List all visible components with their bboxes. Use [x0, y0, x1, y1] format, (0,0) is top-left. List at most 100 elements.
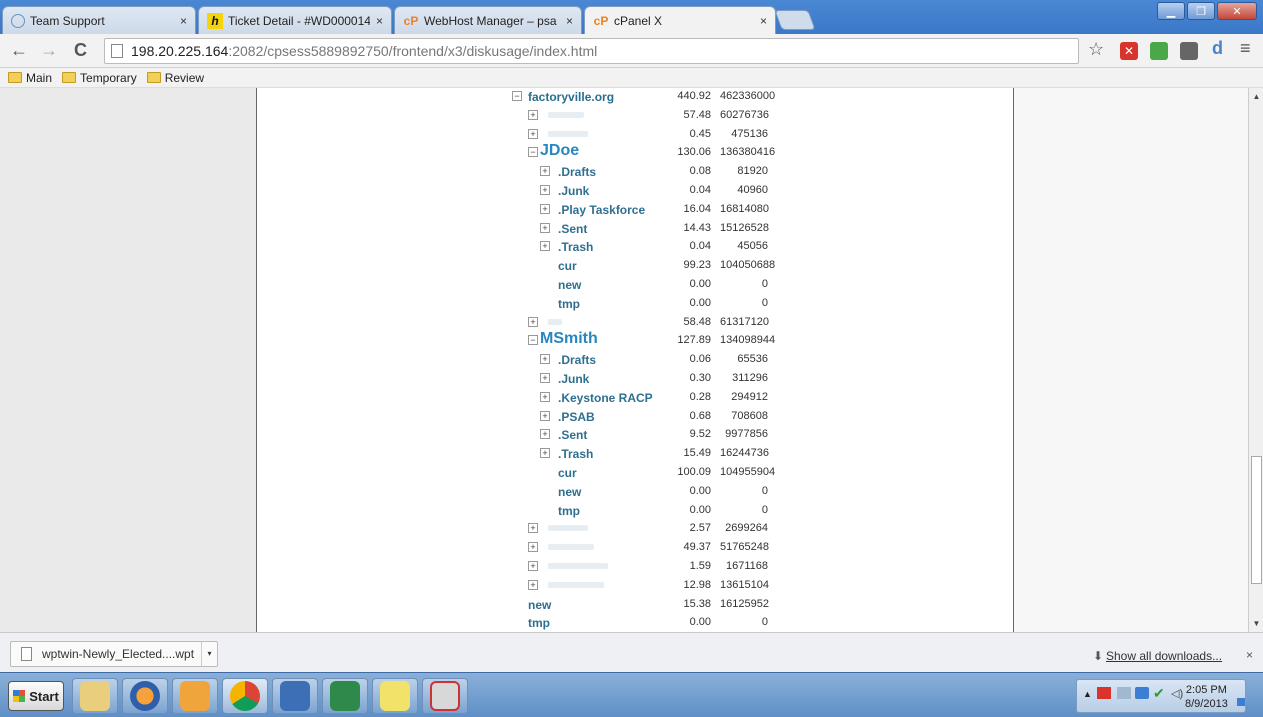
expand-icon[interactable]: + — [540, 185, 550, 195]
network-tray-icon[interactable] — [1135, 687, 1149, 699]
expand-icon[interactable]: + — [540, 448, 550, 459]
clock[interactable]: 2:05 PM 8/9/2013 — [1185, 683, 1228, 711]
scroll-up-arrow-icon[interactable]: ▲ — [1251, 92, 1262, 101]
tree-row[interactable]: + .PSAB 0.68 708608 — [0, 408, 780, 426]
tree-row[interactable]: + .Junk 0.04 40960 — [0, 182, 780, 200]
expand-icon[interactable]: + — [528, 523, 538, 534]
tree-row[interactable]: + .Drafts 0.08 81920 — [0, 163, 780, 181]
restore-icon[interactable]: ❐ — [1187, 2, 1215, 20]
tree-row[interactable]: +2.57 2699264 — [0, 520, 780, 538]
tree-row[interactable]: + .Trash 15.49 16244736 — [0, 445, 780, 463]
tab-cpanel[interactable]: cP cPanel X × — [584, 6, 776, 34]
tree-row[interactable]: tmp 0.00 0 — [0, 295, 780, 313]
tab-close-button[interactable]: × — [566, 14, 573, 28]
tree-row[interactable]: − JDoe 130.06 136380416 — [0, 142, 780, 162]
close-shelf-button[interactable]: × — [1246, 648, 1253, 662]
taskbar-outlook[interactable] — [172, 678, 218, 714]
download-item[interactable]: wptwin-Newly_Elected....wpt ▾ — [10, 641, 218, 667]
expand-icon[interactable]: + — [540, 391, 550, 402]
tree-row[interactable]: + .Trash 0.04 45056 — [0, 238, 780, 256]
scroll-down-arrow-icon[interactable]: ▼ — [1251, 619, 1262, 628]
tree-row-root[interactable]: − factoryville.org 440.92 462336000 — [0, 88, 780, 106]
show-desktop-button[interactable] — [1237, 698, 1245, 706]
new-tab-button[interactable] — [774, 10, 816, 30]
taskbar-excel[interactable] — [322, 678, 368, 714]
tree-row[interactable]: new 15.38 16125952 — [0, 596, 780, 614]
tree-row[interactable]: +0.45 475136 — [0, 126, 780, 144]
tab-ticket-detail[interactable]: h Ticket Detail - #WD0000142 × — [198, 6, 392, 34]
tree-row[interactable]: cur 100.09 104955904 — [0, 464, 780, 482]
tree-row[interactable]: +49.37 51765248 — [0, 539, 780, 557]
minimize-icon[interactable]: ▁ — [1157, 2, 1185, 20]
bookmark-folder-temporary[interactable]: Temporary — [62, 71, 137, 85]
extension-d-icon[interactable]: d — [1212, 38, 1223, 59]
tab-close-button[interactable]: × — [376, 14, 383, 28]
reload-icon[interactable]: C — [74, 40, 87, 61]
taskbar-snipping-tool[interactable] — [422, 678, 468, 714]
gmail-tray-icon[interactable] — [1097, 687, 1111, 699]
extension-evernote-icon[interactable] — [1180, 42, 1198, 60]
tree-row[interactable]: + .Sent 14.43 15126528 — [0, 220, 780, 238]
taskbar-firefox[interactable] — [122, 678, 168, 714]
expand-icon[interactable]: + — [528, 561, 538, 571]
start-button[interactable]: Start — [8, 681, 64, 711]
tree-row[interactable]: tmp 0.00 0 — [0, 502, 780, 520]
expand-icon[interactable]: + — [540, 354, 550, 365]
tree-row[interactable]: tmp 0.00 0 — [0, 614, 780, 632]
scrollbar-thumb[interactable] — [1251, 456, 1262, 584]
taskbar-chrome[interactable] — [222, 678, 268, 714]
expand-icon[interactable]: + — [528, 542, 538, 553]
tab-team-support[interactable]: Team Support × — [2, 6, 196, 34]
tab-webhost-manager[interactable]: cP WebHost Manager – psa × — [394, 6, 582, 34]
tray-app-icon[interactable] — [1117, 687, 1131, 699]
collapse-icon[interactable]: − — [528, 147, 538, 158]
menu-icon[interactable]: ≡ — [1240, 38, 1251, 59]
show-all-downloads-link[interactable]: Show all downloads... — [1106, 649, 1222, 663]
tray-expand-icon[interactable]: ▲ — [1083, 689, 1092, 699]
extension-green-icon[interactable] — [1150, 42, 1168, 60]
tab-close-button[interactable]: × — [760, 14, 767, 28]
dropdown-arrow-icon[interactable]: ▾ — [201, 642, 217, 666]
close-window-icon[interactable]: ✕ — [1217, 2, 1257, 20]
tree-row[interactable]: + .Sent 9.52 9977856 — [0, 426, 780, 444]
taskbar-notes[interactable] — [372, 678, 418, 714]
extension-red-icon[interactable]: ✕ — [1120, 42, 1138, 60]
volume-tray-icon[interactable]: ◁) — [1171, 687, 1183, 700]
taskbar-remote-desktop[interactable] — [272, 678, 318, 714]
expand-icon[interactable]: + — [540, 222, 550, 233]
tree-row[interactable]: +57.48 60276736 — [0, 107, 780, 125]
expand-icon[interactable]: + — [528, 128, 538, 139]
tree-row[interactable]: + .Play Taskforce 16.04 16814080 — [0, 201, 780, 219]
forward-arrow-icon[interactable]: → — [40, 40, 58, 61]
expand-icon[interactable]: + — [540, 373, 550, 383]
bookmark-folder-main[interactable]: Main — [8, 71, 52, 85]
tree-row[interactable]: cur 99.23 104050688 — [0, 257, 780, 275]
expand-icon[interactable]: + — [540, 410, 550, 421]
collapse-icon[interactable]: − — [512, 91, 522, 101]
tree-row[interactable]: new 0.00 0 — [0, 483, 780, 501]
tree-row[interactable]: +1.59 1671168 — [0, 558, 780, 576]
back-arrow-icon[interactable]: ← — [10, 40, 28, 61]
tree-row[interactable]: + .Junk 0.30 311296 — [0, 370, 780, 388]
address-bar[interactable]: 198.20.225.164 :2082/cpsess5889892750/fr… — [104, 38, 1079, 64]
tree-row[interactable]: + .Keystone RACP 0.28 294912 — [0, 389, 780, 407]
star-icon[interactable]: ☆ — [1088, 39, 1104, 60]
tree-row[interactable]: new 0.00 0 — [0, 276, 780, 294]
expand-icon[interactable]: + — [528, 316, 538, 327]
expand-icon[interactable]: + — [540, 166, 550, 177]
tree-row[interactable]: +12.98 13615104 — [0, 577, 780, 595]
expand-icon[interactable]: + — [528, 109, 538, 120]
expand-icon[interactable]: + — [540, 203, 550, 214]
expand-icon[interactable]: + — [528, 579, 538, 590]
check-tray-icon[interactable]: ✔ — [1153, 685, 1165, 702]
collapse-icon[interactable]: − — [528, 335, 538, 346]
tree-row[interactable]: +58.48 61317120 — [0, 314, 780, 332]
tab-close-button[interactable]: × — [180, 14, 187, 28]
tree-row[interactable]: + .Drafts 0.06 65536 — [0, 351, 780, 369]
bookmark-folder-review[interactable]: Review — [146, 71, 204, 85]
expand-icon[interactable]: + — [540, 241, 550, 252]
expand-icon[interactable]: + — [540, 429, 550, 440]
taskbar-explorer[interactable] — [72, 678, 118, 714]
tree-row[interactable]: − MSmith 127.89 134098944 — [0, 330, 780, 350]
vertical-scrollbar[interactable]: ▲ ▼ — [1248, 88, 1263, 632]
